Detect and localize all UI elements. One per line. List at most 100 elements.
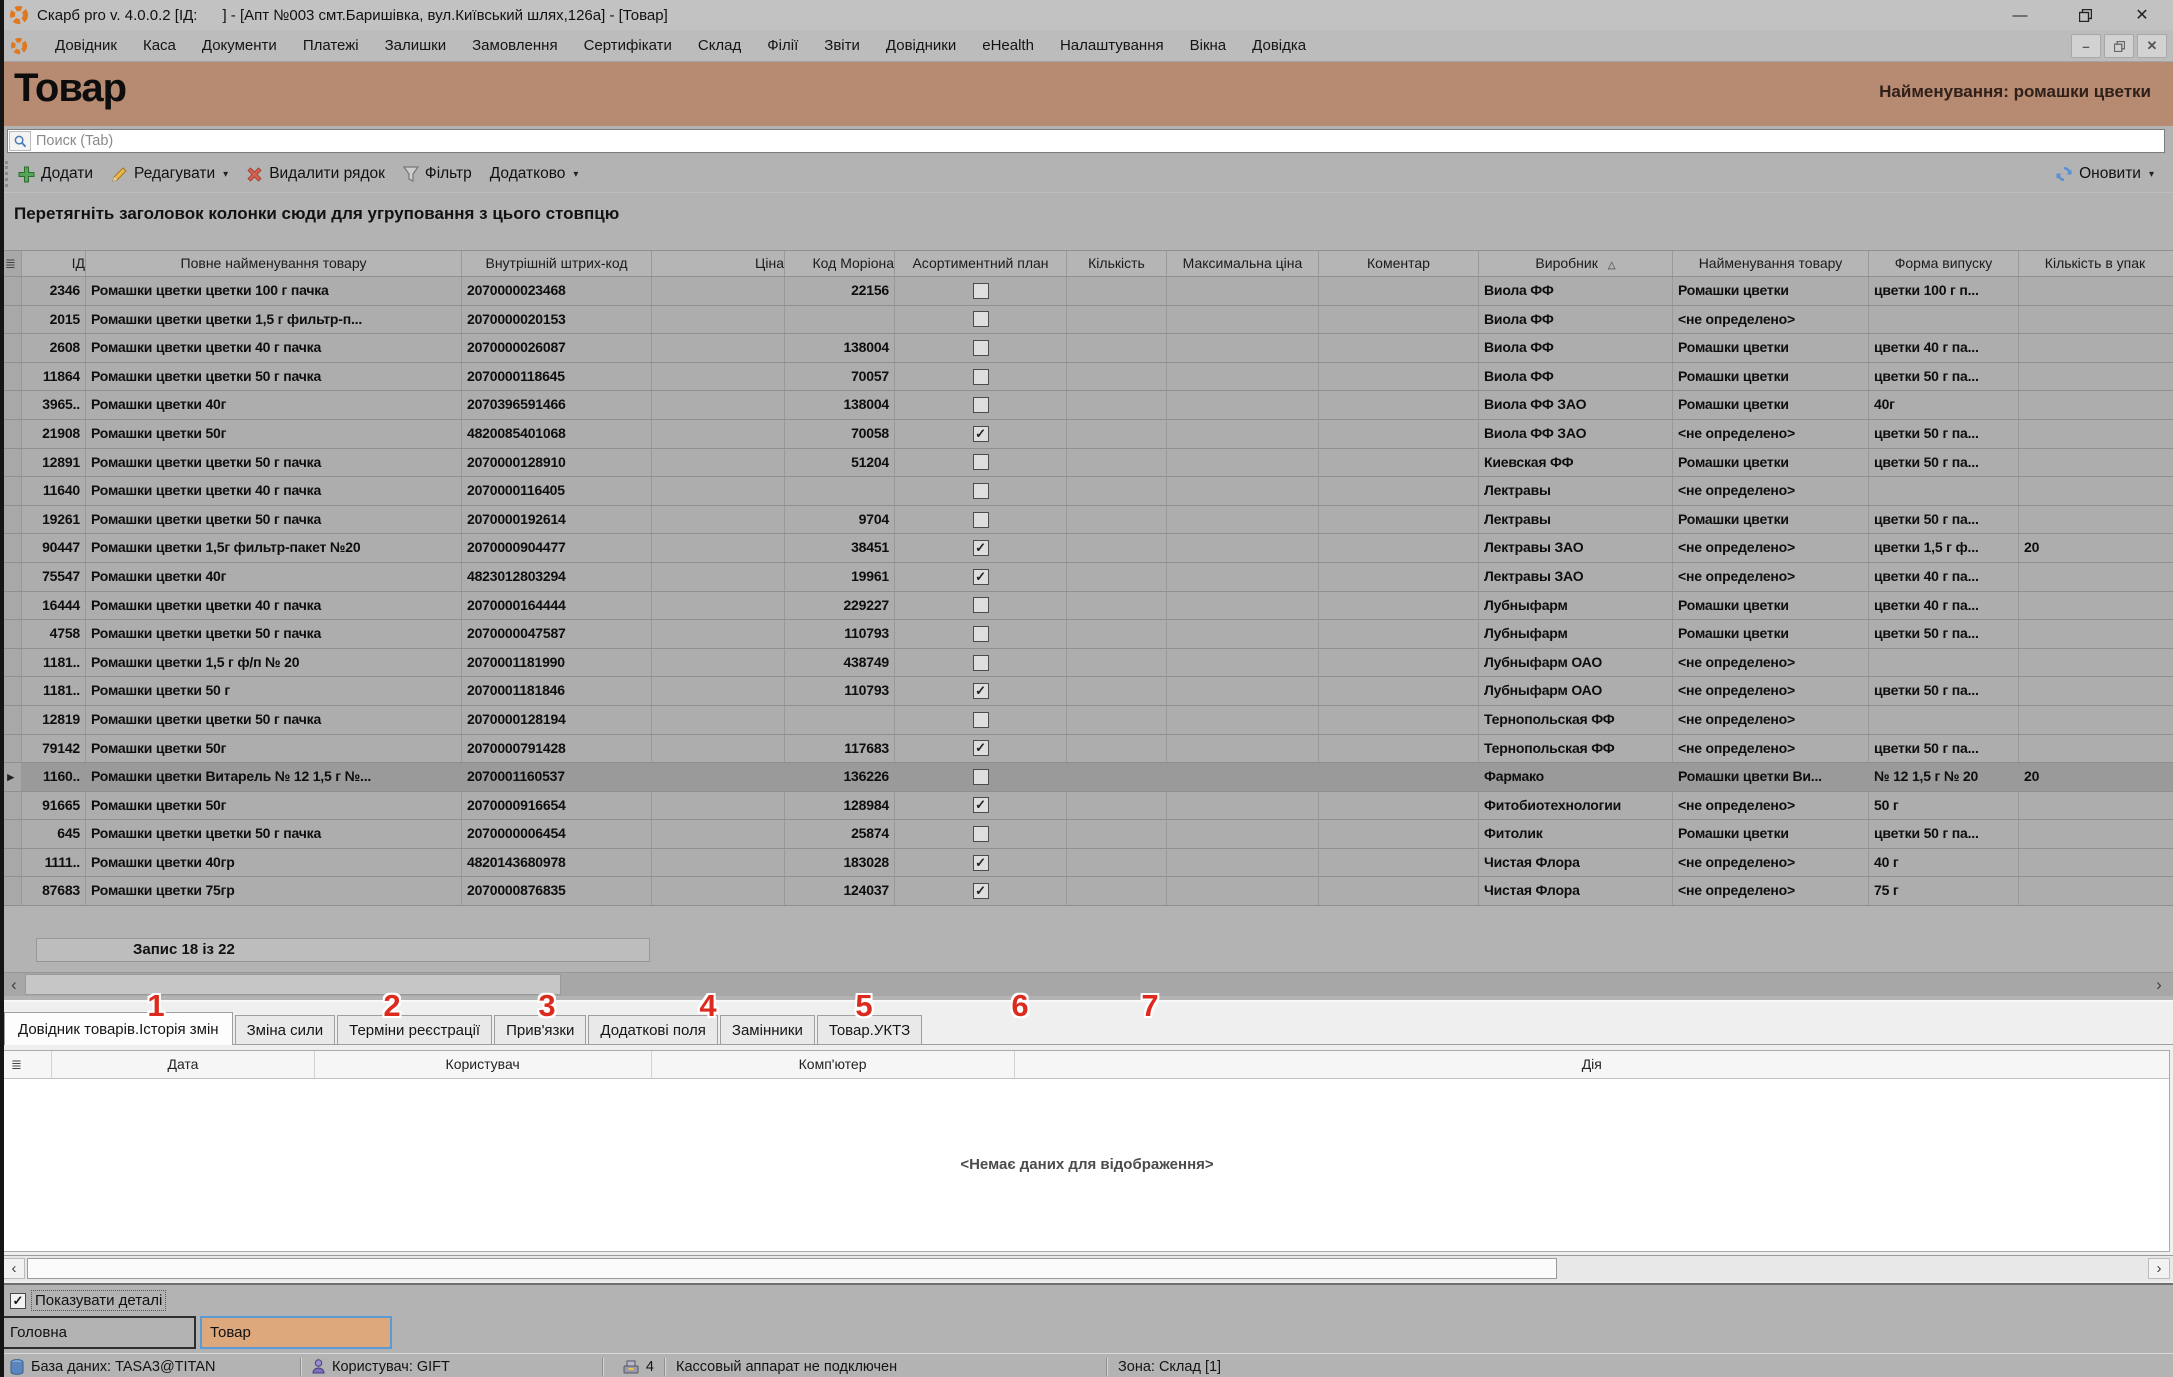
window-button-home[interactable]: Головна [0, 1316, 196, 1349]
scroll-right-arrow[interactable]: › [2147, 973, 2171, 997]
column-header-morion[interactable]: Код Моріона [785, 251, 895, 276]
add-button[interactable]: Додати [9, 161, 102, 187]
tab-5[interactable]: Додаткові поля [588, 1015, 718, 1044]
checkbox-unchecked[interactable] [973, 769, 989, 785]
table-row[interactable]: 21908Ромашки цветки 50г48200854010687005… [0, 420, 2173, 449]
tab-3[interactable]: Терміни реєстрації [337, 1015, 492, 1044]
column-header-manufacturer[interactable]: Виробник△ [1479, 251, 1673, 276]
column-chooser-icon[interactable]: ≣ [11, 1057, 22, 1072]
menu-item[interactable]: eHealth [969, 33, 1047, 58]
menu-item[interactable]: Платежі [290, 33, 372, 58]
filter-button[interactable]: Фільтр [394, 161, 481, 187]
tab-7[interactable]: Товар.УКТЗ [817, 1015, 922, 1044]
scroll-left-arrow[interactable]: ‹ [2, 973, 26, 997]
menu-item[interactable]: Документи [189, 33, 290, 58]
mdi-restore-button[interactable] [2104, 34, 2134, 58]
history-column-4[interactable]: Дія [1015, 1051, 2169, 1078]
menu-item[interactable]: Довідка [1239, 33, 1319, 58]
table-row[interactable]: 2346Ромашки цветки цветки 100 г пачка207… [0, 277, 2173, 306]
scrollbar-thumb[interactable] [25, 974, 561, 995]
search-box[interactable] [7, 129, 2165, 153]
menu-item[interactable]: Налаштування [1047, 33, 1177, 58]
column-header-form[interactable]: Форма випуску [1869, 251, 2019, 276]
table-row[interactable]: 2608Ромашки цветки цветки 40 г пачка2070… [0, 334, 2173, 363]
table-row[interactable]: 79142Ромашки цветки 50г20700007914281176… [0, 735, 2173, 764]
column-header-comment[interactable]: Коментар [1319, 251, 1479, 276]
refresh-button[interactable]: Оновити▾ [2046, 161, 2163, 187]
tab-1[interactable]: Довідник товарів.Історія змін [4, 1012, 233, 1045]
edit-button[interactable]: Редагувати▾ [102, 161, 237, 187]
table-row[interactable]: 16444Ромашки цветки цветки 40 г пачка207… [0, 592, 2173, 621]
menu-item[interactable]: Довідники [873, 33, 969, 58]
checkbox-checked[interactable]: ✓ [973, 569, 989, 585]
checkbox-unchecked[interactable] [973, 397, 989, 413]
column-header-product_name[interactable]: Найменування товару [1673, 251, 1869, 276]
checkbox-unchecked[interactable] [973, 283, 989, 299]
table-row[interactable]: 12891Ромашки цветки цветки 50 г пачка207… [0, 449, 2173, 478]
tab-2[interactable]: Зміна сили [235, 1015, 336, 1044]
table-row[interactable]: 1181..Ромашки цветки 1,5 г ф/п № 2020700… [0, 649, 2173, 678]
table-row[interactable]: 11640Ромашки цветки цветки 40 г пачка207… [0, 477, 2173, 506]
history-column-1[interactable]: Дата [52, 1051, 314, 1078]
more-button[interactable]: Додатково▾ [481, 161, 588, 187]
minimize-button[interactable]: — [1997, 0, 2043, 30]
checkbox-unchecked[interactable] [973, 512, 989, 528]
checkbox-unchecked[interactable] [973, 626, 989, 642]
menu-item[interactable]: Склад [685, 33, 754, 58]
search-input[interactable] [31, 131, 2164, 151]
table-row[interactable]: 11864Ромашки цветки цветки 50 г пачка207… [0, 363, 2173, 392]
mdi-minimize-button[interactable]: – [2071, 34, 2101, 58]
restore-button[interactable] [2062, 0, 2108, 30]
column-header-assort[interactable]: Асортиментний план [895, 251, 1067, 276]
tab-4[interactable]: Прив'язки [494, 1015, 586, 1044]
detail-scroll-right-arrow[interactable]: › [2148, 1258, 2170, 1279]
checkbox-unchecked[interactable] [973, 454, 989, 470]
checkbox-unchecked[interactable] [973, 712, 989, 728]
table-row[interactable]: 87683Ромашки цветки 75гр2070000876835124… [0, 877, 2173, 906]
checkbox-unchecked[interactable] [973, 826, 989, 842]
table-row[interactable]: ▸1160..Ромашки цветки Витарель № 12 1,5 … [0, 763, 2173, 792]
menu-item[interactable]: Довідник [42, 33, 130, 58]
checkbox-unchecked[interactable] [973, 483, 989, 499]
column-header-barcode[interactable]: Внутрішній штрих-код [462, 251, 652, 276]
checkbox-checked[interactable]: ✓ [973, 883, 989, 899]
menu-item[interactable]: Сертифікати [571, 33, 685, 58]
detail-horizontal-scrollbar[interactable]: ‹ › [0, 1255, 2173, 1281]
checkbox-unchecked[interactable] [973, 369, 989, 385]
menu-item[interactable]: Звіти [811, 33, 873, 58]
checkbox-checked[interactable]: ✓ [973, 855, 989, 871]
window-button-tovar[interactable]: Товар [200, 1316, 392, 1349]
column-header-id[interactable]: ІД [22, 251, 86, 276]
main-horizontal-scrollbar[interactable]: ‹ › [0, 972, 2173, 996]
column-header-pack[interactable]: Кількість в упак [2019, 251, 2171, 276]
table-row[interactable]: 2015Ромашки цветки цветки 1,5 г фильтр-п… [0, 306, 2173, 335]
mdi-close-button[interactable]: ✕ [2137, 34, 2167, 58]
checkbox-unchecked[interactable] [973, 311, 989, 327]
checkbox-unchecked[interactable] [973, 340, 989, 356]
menu-item[interactable]: Замовлення [459, 33, 570, 58]
detail-scroll-left-arrow[interactable]: ‹ [3, 1258, 25, 1279]
column-header-max_price[interactable]: Максимальна ціна [1167, 251, 1319, 276]
close-button[interactable]: ✕ [2119, 0, 2165, 30]
table-row[interactable]: 3965..Ромашки цветки 40г2070396591466138… [0, 391, 2173, 420]
table-row[interactable]: 645Ромашки цветки цветки 50 г пачка20700… [0, 820, 2173, 849]
tab-6[interactable]: Замінники [720, 1015, 815, 1044]
table-row[interactable]: 90447Ромашки цветки 1,5г фильтр-пакет №2… [0, 534, 2173, 563]
checkbox-unchecked[interactable] [973, 597, 989, 613]
table-row[interactable]: 19261Ромашки цветки цветки 50 г пачка207… [0, 506, 2173, 535]
menu-item[interactable]: Філії [754, 33, 811, 58]
menu-item[interactable]: Каса [130, 33, 189, 58]
column-chooser-icon[interactable]: ≣ [5, 256, 16, 271]
menu-item[interactable]: Вікна [1177, 33, 1240, 58]
table-row[interactable]: 75547Ромашки цветки 40г48230128032941996… [0, 563, 2173, 592]
checkbox-checked[interactable]: ✓ [10, 1293, 26, 1309]
column-header-price[interactable]: Ціна [652, 251, 785, 276]
column-header-name[interactable]: Повне найменування товару [86, 251, 462, 276]
table-row[interactable]: 91665Ромашки цветки 50г20700009166541289… [0, 792, 2173, 821]
checkbox-unchecked[interactable] [973, 655, 989, 671]
history-column-3[interactable]: Комп'ютер [652, 1051, 1015, 1078]
search-icon[interactable] [9, 131, 31, 151]
checkbox-checked[interactable]: ✓ [973, 740, 989, 756]
table-row[interactable]: 12819Ромашки цветки цветки 50 г пачка207… [0, 706, 2173, 735]
show-details-checkbox[interactable]: ✓ Показувати деталі [10, 1290, 166, 1311]
